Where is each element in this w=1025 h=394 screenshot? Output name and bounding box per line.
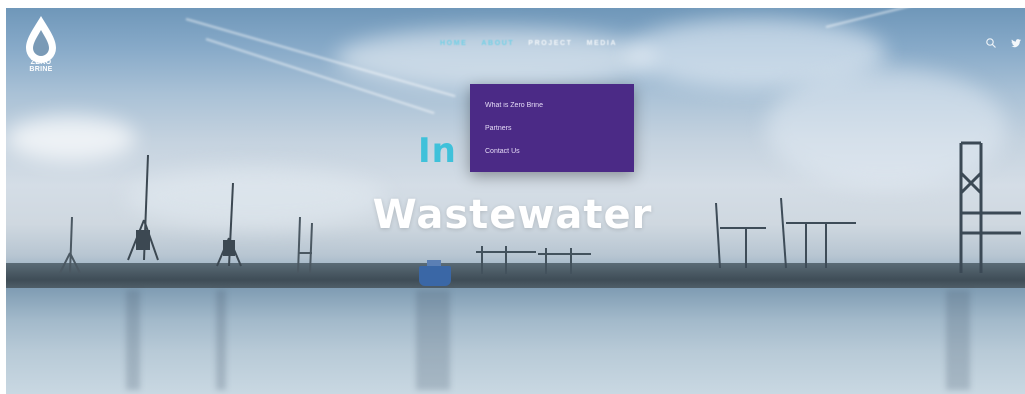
nav-item-about[interactable]: ABOUT: [481, 40, 514, 47]
sky-streak: [825, 8, 1001, 28]
nav-item-project[interactable]: PROJECT: [528, 40, 572, 47]
about-dropdown-menu: What is Zero Brine Partners Contact Us: [470, 84, 634, 172]
harbor-water: [6, 288, 1025, 394]
nav-item-home[interactable]: HOME: [440, 40, 467, 47]
dropdown-item-partners[interactable]: Partners: [485, 125, 511, 132]
water-reflection: [416, 290, 450, 390]
search-icon[interactable]: [985, 37, 997, 49]
container-terminal: [476, 246, 596, 276]
ship: [419, 260, 451, 286]
dropdown-item-what-is-zero-brine[interactable]: What is Zero Brine: [485, 102, 543, 109]
sky-cloud: [6, 116, 136, 161]
water-reflection: [126, 290, 140, 390]
twitter-icon[interactable]: [1010, 37, 1022, 49]
hero-headline-top: In: [418, 131, 457, 171]
main-nav: HOME ABOUT PROJECT MEDIA: [440, 40, 617, 47]
hero-headline: Wastewater: [372, 192, 653, 238]
logo-text: ZERO BRINE: [29, 59, 53, 73]
dropdown-item-contact-us[interactable]: Contact Us: [485, 148, 520, 155]
water-reflection: [216, 290, 226, 390]
sky-cloud: [336, 28, 656, 88]
water-reflection: [946, 290, 970, 390]
nav-item-media[interactable]: MEDIA: [587, 40, 618, 47]
